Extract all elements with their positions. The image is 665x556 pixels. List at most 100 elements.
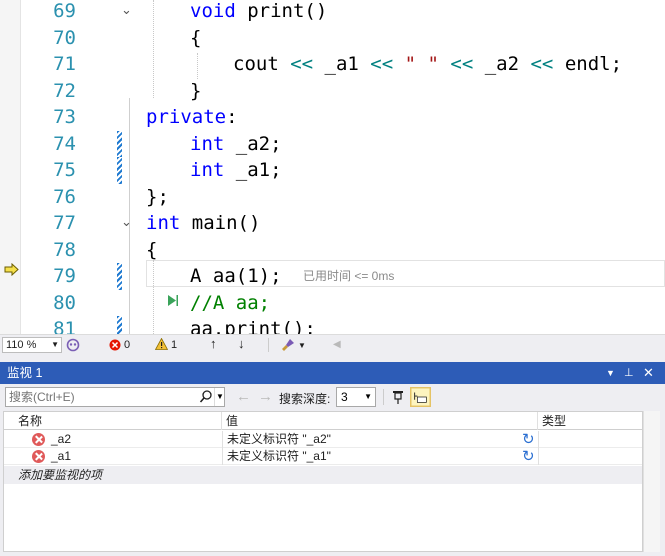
line-number[interactable]: 75 — [30, 157, 76, 183]
search-icon[interactable] — [199, 388, 213, 406]
add-watch-item[interactable]: 添加要监视的项 — [18, 466, 102, 484]
column-header-type[interactable]: 类型 — [538, 412, 642, 430]
chevron-down-icon[interactable]: ▼ — [298, 339, 306, 353]
fold-chevron-icon[interactable]: ⌄ — [121, 1, 132, 21]
line-number[interactable]: 79 — [30, 263, 76, 289]
line-number[interactable]: 69 — [30, 0, 76, 24]
code-line[interactable]: 71 cout << _a1 << " " << _a2 << endl; — [0, 51, 665, 78]
warning-icon[interactable] — [155, 338, 168, 350]
code-text[interactable]: { — [146, 237, 157, 263]
line-number[interactable]: 70 — [30, 25, 76, 51]
close-icon[interactable]: ✕ — [643, 362, 654, 384]
code-text[interactable]: cout << _a1 << " " << _a2 << endl; — [233, 51, 622, 77]
watch-row[interactable]: _a2 未定义标识符 "_a2" ↻ — [4, 431, 642, 448]
code-token: : — [226, 106, 238, 128]
code-text[interactable]: } — [190, 78, 201, 104]
code-token: _a1 — [313, 53, 371, 75]
watch-grid[interactable]: 名称 值 类型 _a2 未定义标识符 "_a2" ↻ _a1 未定义标识符 "_… — [3, 411, 643, 552]
watch-window: 监视 1 ▼ ⊥ ✕ ▼ ← → 搜索深度: 3 ▼ — [0, 354, 665, 556]
code-editor[interactable]: 69 ⌄ void print() 70 {71 cout << _a1 << " " <… — [0, 0, 665, 334]
code-text[interactable]: A aa(1); — [190, 263, 282, 289]
hex-display-toggle-icon[interactable] — [410, 387, 431, 407]
code-text[interactable]: }; — [146, 184, 169, 210]
indent-guide — [197, 53, 198, 79]
column-header-name[interactable]: 名称 — [4, 412, 222, 430]
indent-guide — [153, 260, 154, 334]
code-token: endl; — [553, 53, 623, 75]
pin-window-icon[interactable]: ⊥ — [624, 362, 634, 384]
code-line[interactable]: 80 //A aa; — [0, 290, 665, 317]
chevron-down-icon[interactable]: ▼ — [214, 388, 225, 406]
arrow-up-icon[interactable]: ↑ — [210, 337, 217, 351]
line-number[interactable]: 74 — [30, 131, 76, 157]
code-line[interactable]: 70 { — [0, 25, 665, 52]
code-token: _a2 — [473, 53, 531, 75]
watch-grid-header: 名称 值 类型 — [4, 412, 642, 430]
line-number[interactable]: 73 — [30, 104, 76, 130]
watch-row-value[interactable]: 未定义标识符 "_a1" — [227, 448, 331, 465]
code-token: void — [190, 0, 236, 22]
search-box[interactable]: ▼ — [5, 387, 225, 407]
line-number[interactable]: 77 — [30, 210, 76, 236]
code-text[interactable]: int main() — [146, 210, 260, 236]
code-line[interactable]: 81 aa.print(); — [0, 316, 665, 334]
arrow-right-icon[interactable]: → — [258, 388, 273, 406]
zoom-select[interactable]: 110 % ▼ — [2, 337, 62, 353]
search-depth-select[interactable]: 3 ▼ — [336, 387, 376, 407]
code-line[interactable]: 73 private: — [0, 104, 665, 131]
editor-status-bar: 110 % ▼ 0 1 ↑ ↓ ▼ ◀ — [0, 334, 665, 354]
fold-chevron-icon[interactable]: ⌄ — [121, 213, 132, 233]
code-text[interactable]: private: — [146, 104, 238, 130]
code-line[interactable]: 75 int _a1; — [0, 157, 665, 184]
code-text[interactable]: void print() — [190, 0, 327, 24]
code-text[interactable]: aa.print(); — [190, 316, 316, 334]
line-number[interactable]: 76 — [30, 184, 76, 210]
code-token: private — [146, 106, 227, 128]
code-line[interactable]: 72} — [0, 78, 665, 105]
refresh-icon[interactable]: ↻ — [522, 431, 535, 448]
error-icon[interactable] — [109, 339, 121, 351]
warning-count[interactable]: 1 — [171, 338, 177, 352]
line-number[interactable]: 81 — [30, 316, 76, 334]
refresh-icon[interactable]: ↻ — [522, 448, 535, 465]
separator — [268, 338, 269, 352]
error-count[interactable]: 0 — [124, 338, 130, 352]
code-line[interactable]: 78 { — [0, 237, 665, 264]
vertical-scrollbar[interactable] — [643, 411, 660, 552]
search-input[interactable] — [6, 388, 198, 406]
arrow-left-icon[interactable]: ← — [236, 388, 251, 406]
code-token: << — [450, 53, 474, 75]
watch-row[interactable]: _a1 未定义标识符 "_a1" ↻ — [4, 448, 642, 465]
watch-row-name[interactable]: _a1 — [51, 448, 71, 465]
code-cleanup-brush-icon[interactable] — [281, 338, 295, 352]
perf-tip-elapsed[interactable]: 已用时间 <= 0ms — [303, 267, 394, 284]
code-line[interactable]: 69 ⌄ void print() — [0, 0, 665, 25]
line-number[interactable]: 72 — [30, 78, 76, 104]
indent-guide — [153, 0, 154, 98]
window-menu-chevron-icon[interactable]: ▼ — [606, 362, 615, 384]
scroll-left-icon[interactable]: ◀ — [333, 338, 341, 352]
code-line[interactable]: 76}; — [0, 184, 665, 211]
code-text[interactable]: { — [190, 25, 201, 51]
code-text[interactable]: //A aa; — [190, 290, 270, 316]
change-tracking-bar — [117, 263, 122, 290]
line-number[interactable]: 78 — [30, 237, 76, 263]
watch-row-name[interactable]: _a2 — [51, 431, 71, 448]
code-text[interactable]: int _a1; — [190, 157, 282, 183]
code-line[interactable]: 77 ⌄ int main() — [0, 210, 665, 237]
column-header-value[interactable]: 值 — [222, 412, 538, 430]
code-token: } — [190, 79, 202, 102]
watch-title-bar[interactable]: 监视 1 ▼ ⊥ ✕ — [0, 362, 665, 384]
column-separator — [538, 431, 539, 448]
code-line[interactable]: 74 int _a2; — [0, 130, 665, 157]
add-watch-row[interactable]: 添加要监视的项 — [4, 466, 642, 484]
code-text[interactable]: int _a2; — [190, 131, 282, 157]
watch-title: 监视 1 — [7, 366, 43, 380]
line-number[interactable]: 80 — [30, 290, 76, 316]
watch-row-value[interactable]: 未定义标识符 "_a2" — [227, 431, 331, 448]
run-to-click-icon[interactable] — [167, 294, 179, 307]
copilot-icon[interactable] — [66, 338, 80, 352]
arrow-down-icon[interactable]: ↓ — [238, 337, 245, 351]
line-number[interactable]: 71 — [30, 51, 76, 77]
pin-to-source-icon[interactable] — [389, 388, 407, 406]
